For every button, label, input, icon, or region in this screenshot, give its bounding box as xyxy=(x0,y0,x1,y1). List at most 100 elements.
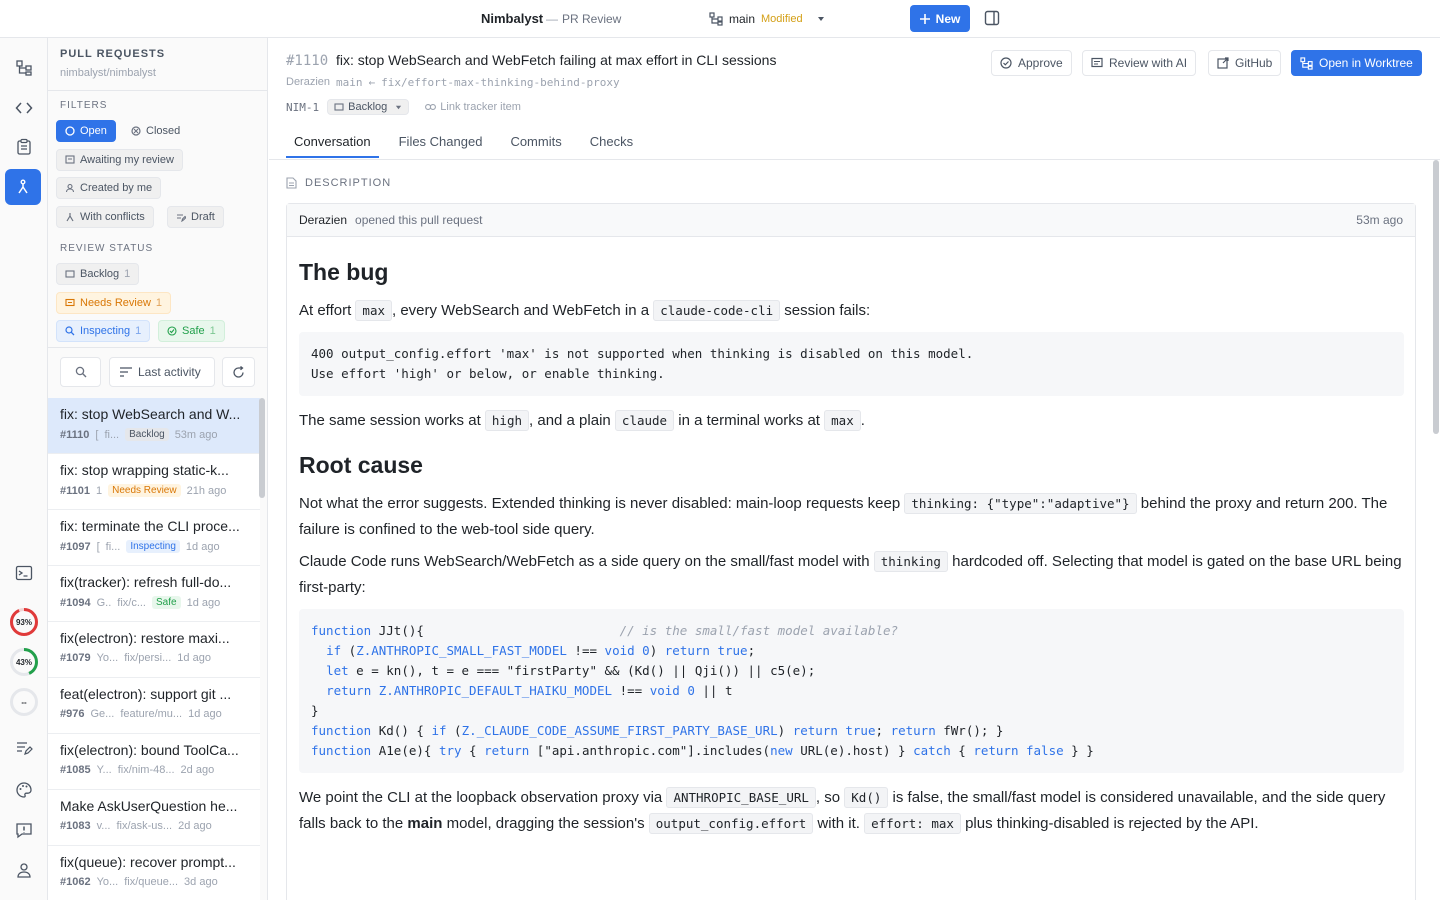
search-button[interactable] xyxy=(60,357,101,387)
approve-button[interactable]: Approve xyxy=(991,50,1072,76)
pr-item-author: Yo... xyxy=(96,652,119,664)
status-needs-label: Needs Review xyxy=(80,297,151,309)
palette-icon[interactable] xyxy=(12,778,36,802)
description-body: The bug At effort max, every WebSearch a… xyxy=(299,259,1404,843)
pr-list-item[interactable]: fix(electron): restore maxi... #1079 Yo...… xyxy=(48,622,260,678)
pr-item-meta: #1079 Yo... fix/persi... 1d ago xyxy=(60,652,260,664)
draft-icon xyxy=(176,212,186,222)
list-scrollbar[interactable] xyxy=(259,398,265,498)
pr-list-item[interactable]: fix: stop wrapping static-k... #1101 1 Need… xyxy=(48,454,260,510)
filter-closed-label: Closed xyxy=(146,125,181,137)
filter-draft[interactable]: Draft xyxy=(167,206,224,228)
refresh-icon xyxy=(232,365,245,379)
inline-code: thinking xyxy=(873,551,948,572)
tracker-row: NIM-1 Backlog Link tracker item xyxy=(286,98,521,116)
pr-item-number: #1062 xyxy=(60,876,91,888)
pr-tabs: Conversation Files Changed Commits Check… xyxy=(286,134,653,158)
status-needs-review[interactable]: Needs Review 1 xyxy=(56,292,172,314)
filter-open-label: Open xyxy=(80,125,107,137)
pr-item-time: 2d ago xyxy=(180,764,215,776)
pr-list-item[interactable]: fix(tracker): refresh full-do... #1094 G..… xyxy=(48,566,260,622)
tab-divider xyxy=(269,159,1440,160)
pr-item-time: 1d ago xyxy=(177,652,211,664)
tab-commits[interactable]: Commits xyxy=(502,134,569,158)
status-backlog[interactable]: Backlog 1 xyxy=(56,263,140,285)
pr-item-branch: fix/nim-48... xyxy=(117,764,175,776)
description-card: Derazien opened this pull request 53m ag… xyxy=(286,203,1416,900)
user-icon[interactable] xyxy=(12,858,36,882)
status-needs-count: 1 xyxy=(155,297,163,309)
pr-list-item[interactable]: fix: stop WebSearch and W... #1110 [fi... B… xyxy=(48,398,260,454)
edit-list-icon[interactable] xyxy=(12,736,36,760)
pr-item-status-badge: Inspecting xyxy=(126,540,180,553)
new-button[interactable]: New xyxy=(910,5,970,32)
pr-item-meta: #1110 [fi... Backlog 53m ago xyxy=(60,428,260,441)
top-bar: Nimbalyst — PR Review main Modified New xyxy=(0,0,1440,38)
inline-code: ANTHROPIC_BASE_URL xyxy=(666,787,816,808)
pr-item-title: fix(electron): bound ToolCa... xyxy=(60,742,239,758)
review-with-ai-button[interactable]: Review with AI xyxy=(1082,50,1197,76)
pr-item-status-badge: Safe xyxy=(152,596,181,609)
new-button-label: New xyxy=(935,11,961,26)
usage-ring-primary[interactable]: 93% xyxy=(9,607,39,637)
filter-created-by-me[interactable]: Created by me xyxy=(56,177,162,199)
pr-list-item[interactable]: feat(electron): support git ... #976 Ge...… xyxy=(48,678,260,734)
text: Claude Code runs WebSearch/WebFetch as a… xyxy=(299,553,874,570)
comment-author[interactable]: Derazien xyxy=(299,213,347,227)
status-inspecting[interactable]: Inspecting 1 xyxy=(56,320,151,342)
magnifier-icon xyxy=(65,326,75,336)
refresh-button[interactable] xyxy=(222,357,255,387)
heading-root-cause: Root cause xyxy=(299,452,423,478)
pr-item-meta: #1062 Yo... fix/queue... 3d ago xyxy=(60,876,260,888)
divider xyxy=(48,90,267,91)
filter-with-conflicts[interactable]: With conflicts xyxy=(56,206,154,228)
check-circle-icon xyxy=(167,326,177,336)
branch-selector[interactable]: main Modified xyxy=(709,10,825,28)
sort-selector[interactable]: Last activity xyxy=(109,357,215,387)
tab-files-changed[interactable]: Files Changed xyxy=(391,134,491,158)
tab-checks[interactable]: Checks xyxy=(582,134,641,158)
content-scrollbar[interactable] xyxy=(1433,160,1439,434)
text: , so xyxy=(815,789,845,806)
github-button[interactable]: GitHub xyxy=(1208,50,1282,76)
text: model, dragging the session's xyxy=(442,815,649,832)
usage-ring-primary-label: 93% xyxy=(15,617,32,627)
text: At effort xyxy=(299,302,356,319)
chevron-down-icon xyxy=(395,104,402,111)
worktree-icon[interactable] xyxy=(12,56,36,80)
pr-list-item[interactable]: fix: terminate the CLI proce... #1097 [fi.… xyxy=(48,510,260,566)
clipboard-icon[interactable] xyxy=(12,135,36,159)
panel-toggle-icon[interactable] xyxy=(984,10,1001,27)
filter-awaiting-review[interactable]: Awaiting my review xyxy=(56,149,183,171)
usage-ring-secondary[interactable]: 43% xyxy=(9,647,39,677)
status-inspecting-count: 1 xyxy=(135,325,142,337)
inline-code: max xyxy=(824,410,861,431)
pr-item-title: fix(tracker): refresh full-do... xyxy=(60,574,232,590)
link-tracker-button[interactable]: Link tracker item xyxy=(425,101,521,113)
pr-list-item[interactable]: fix(queue): recover prompt... #1062 Yo... f… xyxy=(48,846,260,900)
feedback-icon[interactable] xyxy=(12,818,36,842)
branch-status: Modified xyxy=(761,13,803,25)
text: The same session works at xyxy=(299,412,485,429)
filter-closed[interactable]: Closed xyxy=(122,120,189,142)
usage-ring-tertiary[interactable]: -- xyxy=(9,687,39,717)
open-in-worktree-button[interactable]: Open in Worktree xyxy=(1291,50,1422,76)
paragraph: Not what the error suggests. Extended th… xyxy=(299,491,1404,543)
status-safe[interactable]: Safe 1 xyxy=(158,320,225,342)
terminal-icon[interactable] xyxy=(12,561,36,585)
tab-conversation[interactable]: Conversation xyxy=(286,134,379,158)
pr-list-item[interactable]: fix(electron): bound ToolCa... #1085 Y... f… xyxy=(48,734,260,790)
pr-item-branch: fi... xyxy=(105,540,121,553)
pr-list-item[interactable]: Make AskUserQuestion he... #1083 v... fix/a… xyxy=(48,790,260,846)
pr-item-number: #1101 xyxy=(60,484,90,497)
pr-number: #1110 xyxy=(286,53,329,69)
filter-draft-label: Draft xyxy=(191,211,215,223)
tracker-status-select[interactable]: Backlog xyxy=(327,99,410,115)
pr-item-author: v... xyxy=(96,820,111,832)
backlog-icon xyxy=(334,102,344,112)
pr-item-number: #1085 xyxy=(60,764,91,776)
code-icon[interactable] xyxy=(12,96,36,120)
filter-open[interactable]: Open xyxy=(56,120,116,142)
paragraph: We point the CLI at the loopback observa… xyxy=(299,785,1404,837)
pull-requests-icon[interactable] xyxy=(5,169,41,205)
